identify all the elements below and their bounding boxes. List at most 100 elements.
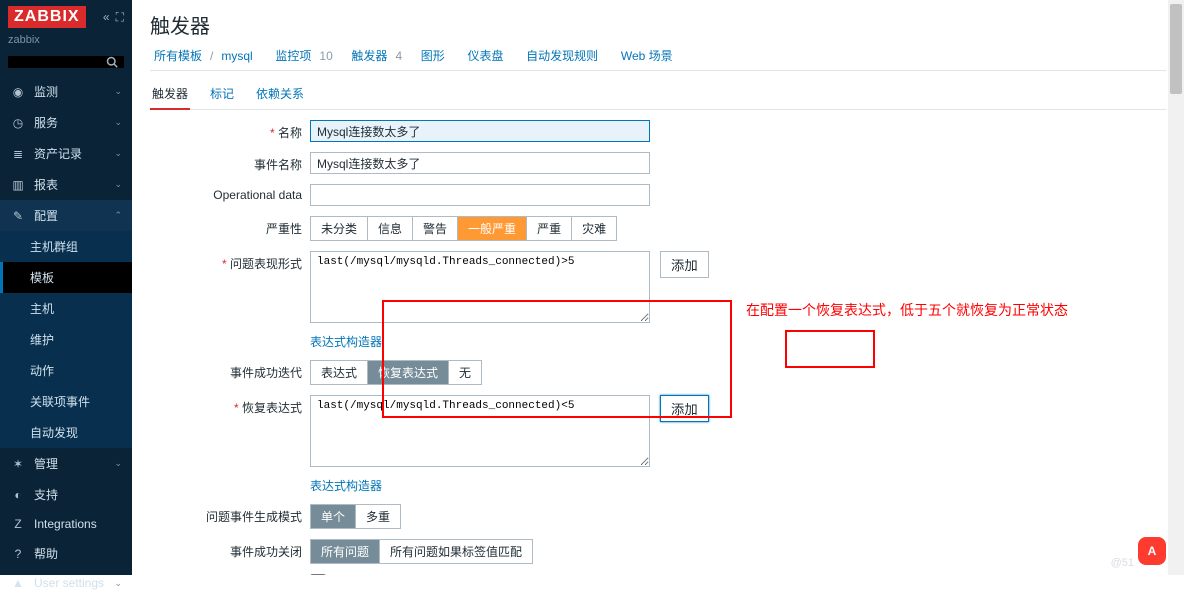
chevron-down-icon: ⌄: [114, 86, 122, 97]
triggers-count: 4: [395, 49, 402, 63]
nav-inventory[interactable]: ≣ 资产记录 ⌄: [0, 138, 132, 169]
sub-discovery[interactable]: 自动发现: [0, 417, 132, 448]
input-name[interactable]: [310, 120, 650, 142]
sev-information[interactable]: 信息: [368, 217, 413, 240]
nav-integrations[interactable]: Z Integrations: [0, 510, 132, 538]
tab-tags[interactable]: 标记: [208, 79, 236, 109]
floating-action-icon[interactable]: A: [1138, 537, 1166, 565]
nav-label: 服务: [34, 114, 58, 131]
chevron-down-icon: ⌄: [114, 179, 122, 190]
nav-help[interactable]: ? 帮助: [0, 538, 132, 569]
nav-label: Integrations: [34, 517, 97, 531]
crumb-triggers[interactable]: 触发器: [351, 47, 387, 64]
scrollbar-thumb[interactable]: [1170, 4, 1182, 94]
sub-templates[interactable]: 模板: [0, 262, 132, 293]
nav-support[interactable]: ◐ 支持: [0, 479, 132, 510]
user-icon: ▲: [10, 576, 26, 590]
watermark: @51: [1111, 557, 1134, 569]
input-event-name[interactable]: [310, 152, 650, 174]
list-icon: ≣: [10, 147, 26, 161]
sub-host-groups[interactable]: 主机群组: [0, 231, 132, 262]
sev-not-classified[interactable]: 未分类: [311, 217, 368, 240]
nav-monitoring[interactable]: ◉ 监测 ⌄: [0, 76, 132, 107]
nav-label: User settings: [34, 576, 104, 590]
add-problem-expr-button[interactable]: 添加: [660, 251, 709, 278]
pgen-single[interactable]: 单个: [311, 505, 356, 528]
brand-subtitle: zabbix: [0, 34, 132, 52]
nav-label: 支持: [34, 486, 58, 503]
sev-disaster[interactable]: 灾难: [572, 217, 616, 240]
okgen-recovery[interactable]: 恢复表达式: [368, 361, 449, 384]
nav-label: 配置: [34, 207, 58, 224]
sub-hosts[interactable]: 主机: [0, 293, 132, 324]
okgen-none[interactable]: 无: [449, 361, 481, 384]
problem-gen-segment: 单个 多重: [310, 504, 401, 529]
label-event-name: 事件名称: [150, 152, 310, 173]
headset-icon: ◐: [10, 488, 26, 502]
search-icon: [106, 56, 118, 68]
breadcrumb: 所有模板/ mysql 监控项 10 触发器 4 图形 仪表盘 自动发现规则 W…: [150, 47, 1166, 71]
crumb-all-templates[interactable]: 所有模板: [154, 47, 202, 64]
nav-label: 资产记录: [34, 145, 82, 162]
chevron-down-icon: ⌄: [114, 117, 122, 128]
label-problem-expr: 问题表现形式: [150, 251, 310, 272]
gear-icon: ✶: [10, 457, 26, 471]
tabs: 触发器 标记 依赖关系: [150, 79, 1166, 110]
collapse-icon[interactable]: «: [103, 10, 110, 25]
nav-reports[interactable]: ▥ 报表 ⌄: [0, 169, 132, 200]
z-icon: Z: [10, 517, 26, 531]
add-recovery-expr-button[interactable]: 添加: [660, 395, 709, 422]
label-severity: 严重性: [150, 216, 310, 237]
scrollbar[interactable]: [1168, 0, 1184, 575]
expr-builder-link-2[interactable]: 表达式构造器: [310, 477, 382, 494]
tab-dependencies[interactable]: 依赖关系: [254, 79, 306, 109]
label-ok-gen: 事件成功迭代: [150, 360, 310, 381]
nav-label: 监测: [34, 83, 58, 100]
nav-admin[interactable]: ✶ 管理 ⌄: [0, 448, 132, 479]
expr-builder-link[interactable]: 表达式构造器: [310, 333, 382, 350]
sev-average[interactable]: 一般严重: [458, 217, 527, 240]
ok-gen-segment: 表达式 恢复表达式 无: [310, 360, 482, 385]
annotation-text: 在配置一个恢复表达式，低于五个就恢复为正常状态: [746, 300, 1068, 320]
expand-icon[interactable]: ⛶: [116, 10, 124, 25]
crumb-dashboards[interactable]: 仪表盘: [467, 47, 503, 64]
items-count: 10: [319, 49, 332, 63]
sub-correlation[interactable]: 关联项事件: [0, 386, 132, 417]
chart-icon: ▥: [10, 178, 26, 192]
label-name: 名称: [150, 120, 310, 141]
okgen-expression[interactable]: 表达式: [311, 361, 368, 384]
chevron-down-icon: ⌄: [114, 458, 122, 469]
eye-icon: ◉: [10, 85, 26, 99]
crumb-discovery[interactable]: 自动发现规则: [526, 47, 598, 64]
chevron-down-icon: ⌄: [114, 148, 122, 159]
label-recovery-expr: 恢复表达式: [150, 395, 310, 416]
nav-user-settings[interactable]: ▲ User settings ⌄: [0, 569, 132, 597]
nav-services[interactable]: ◷ 服务 ⌄: [0, 107, 132, 138]
trigger-form: 名称 事件名称 Operational data 严重性 未分类 信息 警告 一…: [150, 120, 1166, 575]
tab-trigger[interactable]: 触发器: [150, 79, 190, 110]
wrench-icon: ✎: [10, 209, 26, 223]
sub-maintenance[interactable]: 维护: [0, 324, 132, 355]
sidebar: ZABBIX « ⛶ zabbix ◉ 监测 ⌄ ◷ 服务 ⌄ ≣ 资产记录 ⌄…: [0, 0, 132, 575]
input-opdata[interactable]: [310, 184, 650, 206]
crumb-web[interactable]: Web 场景: [621, 47, 673, 64]
nav-configuration[interactable]: ✎ 配置 ⌃: [0, 200, 132, 231]
crumb-items[interactable]: 监控项: [275, 47, 311, 64]
textarea-recovery-expr[interactable]: last(/mysql/mysqld.Threads_connected)<5: [310, 395, 650, 467]
ok-close-segment: 所有问题 所有问题如果标签值匹配: [310, 539, 533, 564]
okclose-all[interactable]: 所有问题: [311, 540, 380, 563]
sev-warning[interactable]: 警告: [413, 217, 458, 240]
crumb-mysql[interactable]: mysql: [221, 49, 252, 63]
nav-label: 帮助: [34, 545, 58, 562]
okclose-tags[interactable]: 所有问题如果标签值匹配: [380, 540, 532, 563]
sub-actions[interactable]: 动作: [0, 355, 132, 386]
severity-segment: 未分类 信息 警告 一般严重 严重 灾难: [310, 216, 617, 241]
sev-high[interactable]: 严重: [527, 217, 572, 240]
clock-icon: ◷: [10, 116, 26, 130]
pgen-multiple[interactable]: 多重: [356, 505, 400, 528]
textarea-problem-expr[interactable]: last(/mysql/mysqld.Threads_connected)>5: [310, 251, 650, 323]
chevron-down-icon: ⌄: [114, 578, 122, 589]
search-input[interactable]: [8, 56, 124, 68]
crumb-graphs[interactable]: 图形: [421, 47, 445, 64]
question-icon: ?: [10, 547, 26, 561]
